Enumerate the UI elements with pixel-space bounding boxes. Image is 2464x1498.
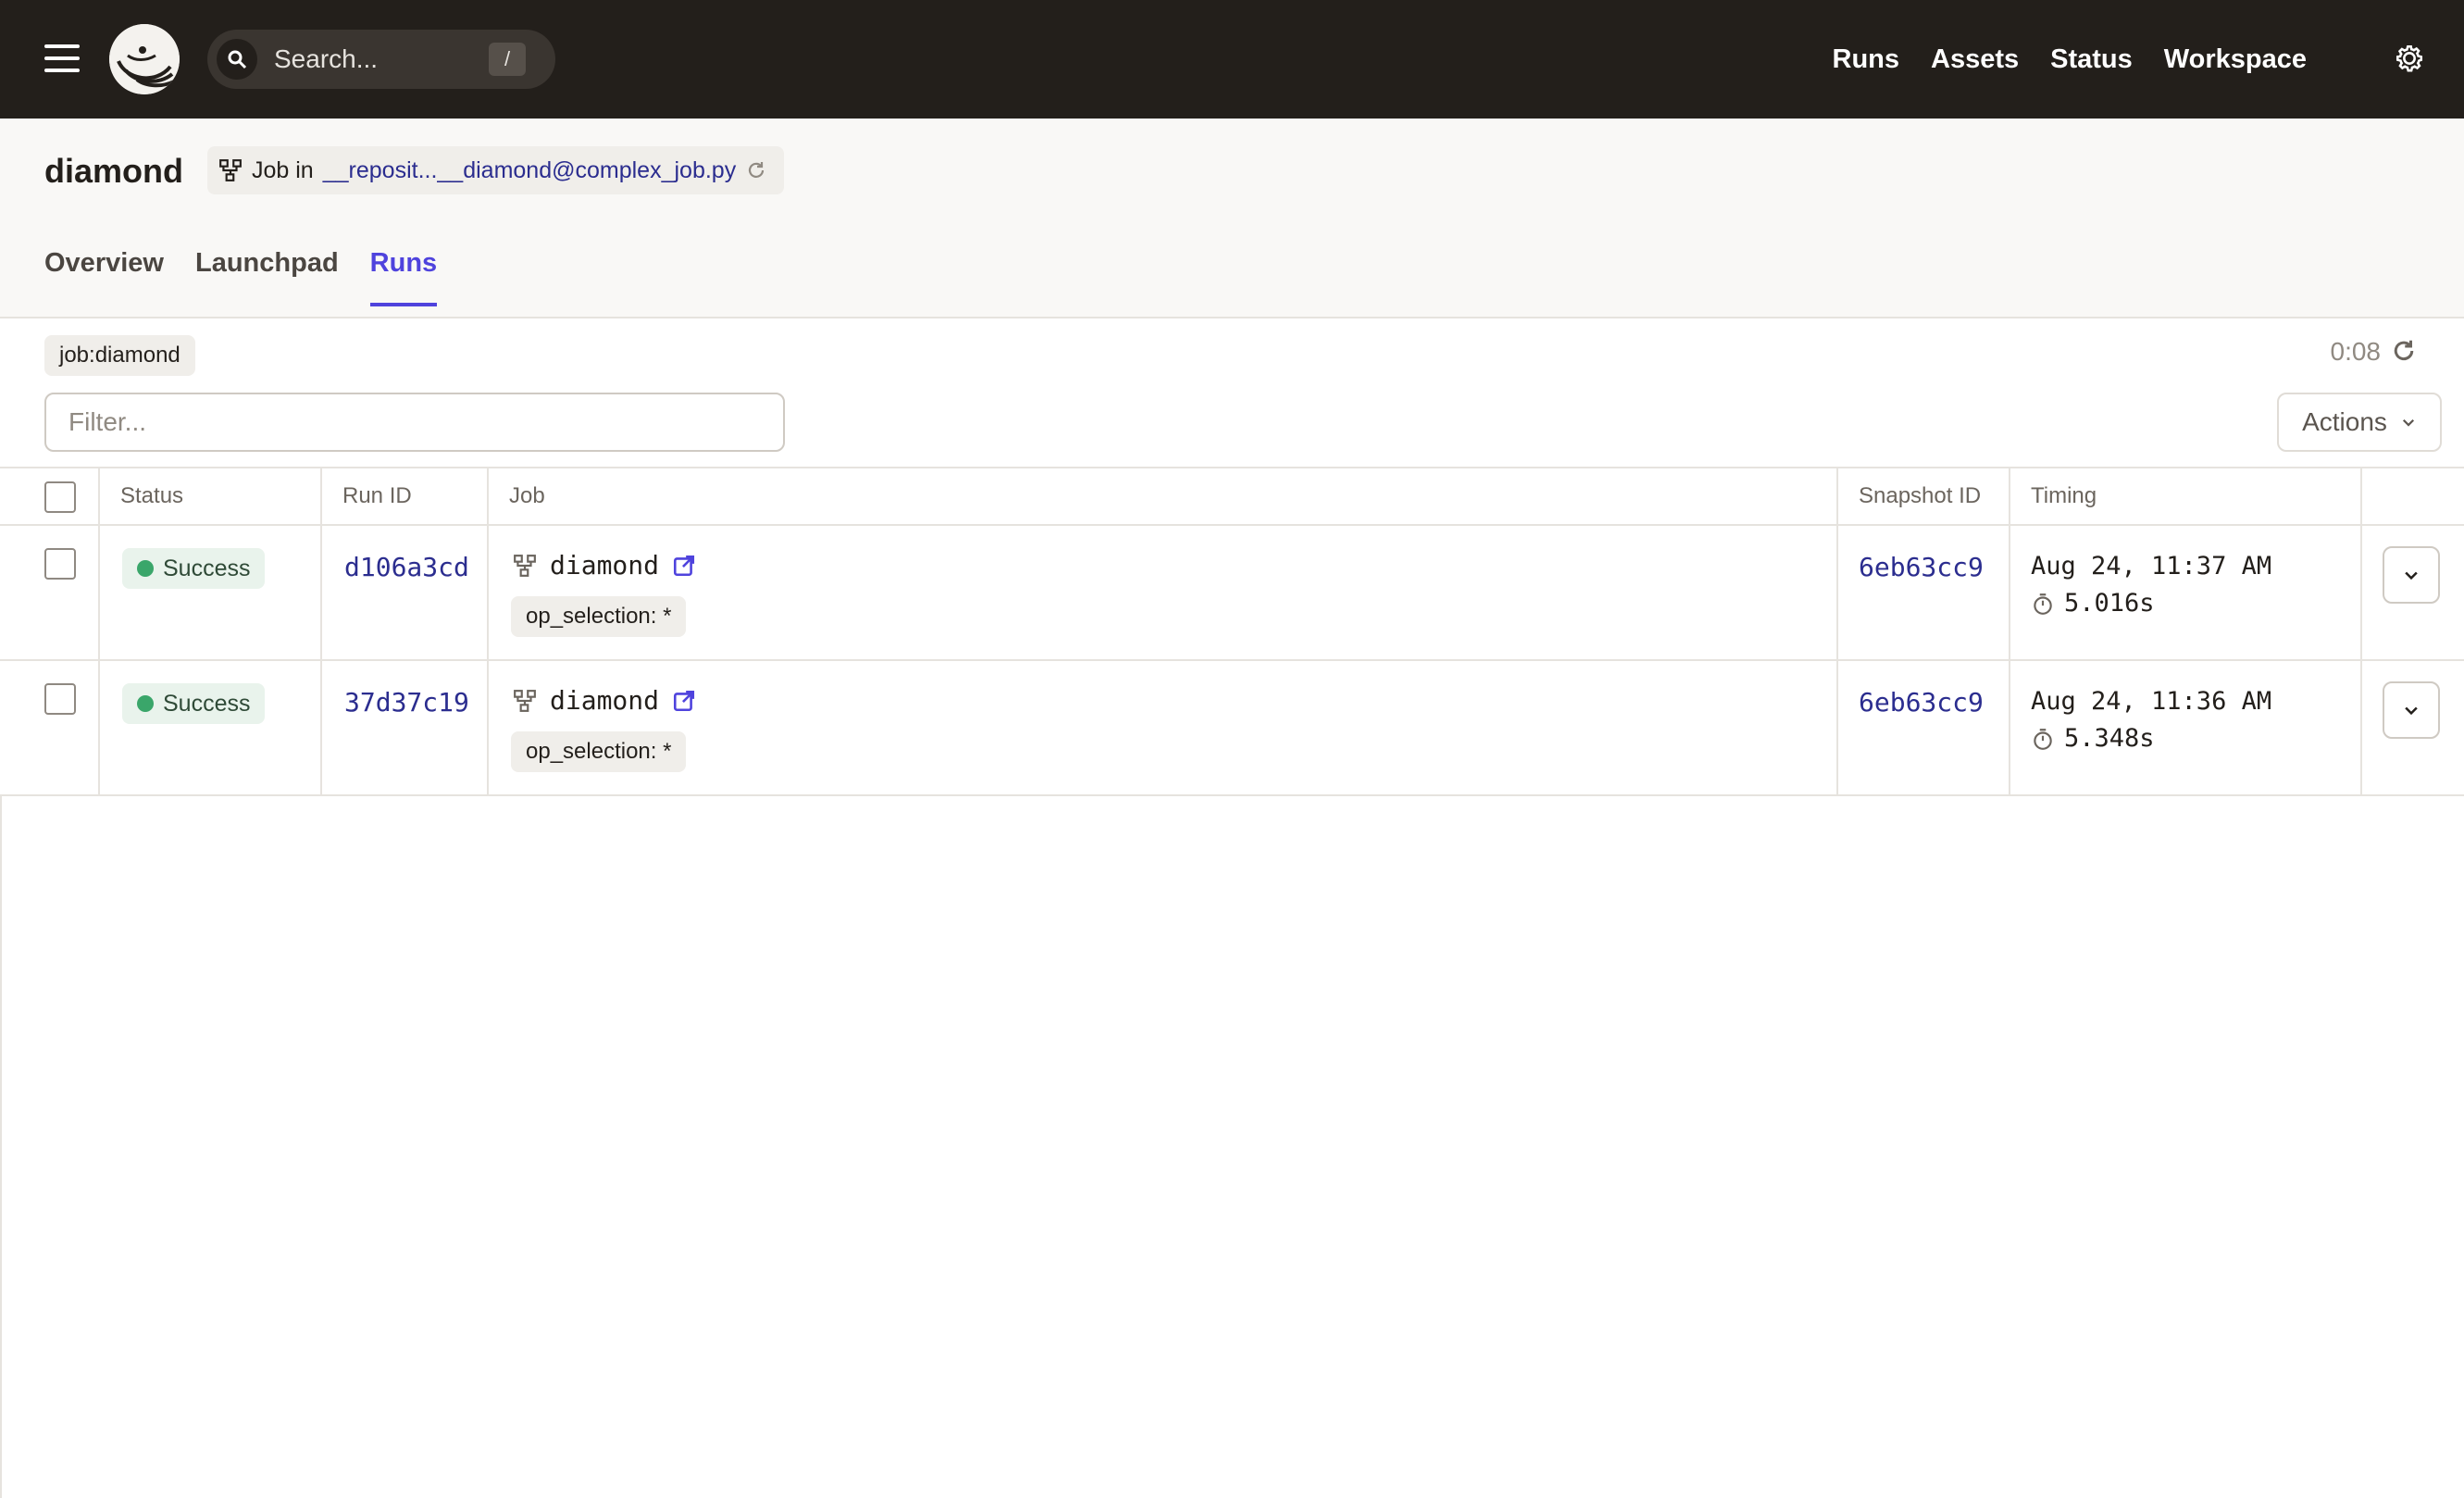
actions-label: Actions (2302, 407, 2387, 436)
gear-icon[interactable] (2394, 43, 2425, 74)
run-duration: 5.016s (2031, 589, 2155, 618)
table-header: Status Run ID Job Snapshot ID Timing (0, 467, 2464, 526)
row-checkbox[interactable] (44, 548, 76, 580)
page-tabs: Overview Launchpad Runs (44, 248, 438, 306)
job-name-text[interactable]: diamond (550, 550, 659, 580)
refresh-icon[interactable] (2390, 337, 2418, 365)
filter-chip[interactable]: job:diamond (44, 335, 195, 376)
reload-icon[interactable] (745, 159, 767, 181)
success-dot-icon (137, 695, 154, 712)
job-graph-icon (219, 159, 242, 181)
run-date: Aug 24, 11:36 AM (2031, 687, 2272, 716)
job-location-tag: Job in __reposit...__diamond@complex_job… (207, 146, 785, 194)
job-name: diamond (513, 685, 696, 716)
dagster-logo[interactable] (109, 24, 180, 94)
search-shortcut: / (489, 43, 526, 76)
nav-links: Runs Assets Status Workspace (1833, 0, 2307, 119)
chevron-down-icon (2405, 706, 2418, 716)
row-menu-button[interactable] (2383, 681, 2440, 739)
content-left-border (0, 796, 2, 1498)
status-badge: Success (122, 683, 266, 724)
column-status: Status (120, 483, 184, 508)
job-graph-icon (514, 689, 536, 712)
tab-launchpad[interactable]: Launchpad (195, 248, 339, 306)
run-duration: 5.348s (2031, 724, 2155, 753)
search-bar[interactable]: Search... / (207, 30, 555, 89)
select-all-checkbox[interactable] (44, 481, 76, 513)
search-placeholder: Search... (274, 44, 379, 73)
success-dot-icon (137, 560, 154, 577)
external-link-icon[interactable] (672, 689, 696, 713)
nav-runs[interactable]: Runs (1833, 44, 1900, 75)
column-snapshot-id: Snapshot ID (1859, 483, 1982, 508)
nav-workspace[interactable]: Workspace (2164, 44, 2307, 75)
refresh-timer: 0:08 (2330, 337, 2382, 366)
run-id-link[interactable]: 37d37c19 (344, 687, 469, 718)
top-nav: Search... / Runs Assets Status Workspace (0, 0, 2464, 119)
status-badge: Success (122, 548, 266, 589)
op-selection-chip: op_selection: * (511, 596, 687, 637)
op-selection-chip: op_selection: * (511, 731, 687, 772)
job-location-link[interactable]: __reposit...__diamond@complex_job.py (323, 157, 736, 184)
nav-status[interactable]: Status (2050, 44, 2133, 75)
job-name: diamond (513, 550, 696, 580)
filter-input[interactable] (44, 393, 785, 452)
nav-assets[interactable]: Assets (1931, 44, 2019, 75)
snapshot-id-link[interactable]: 6eb63cc9 (1859, 687, 1984, 718)
job-prefix: Job in (252, 156, 314, 183)
stopwatch-icon (2034, 728, 2052, 750)
menu-icon[interactable] (44, 44, 80, 72)
stopwatch-icon (2034, 593, 2052, 615)
row-checkbox[interactable] (44, 683, 76, 715)
row-menu-button[interactable] (2383, 546, 2440, 604)
status-text: Success (163, 690, 251, 717)
job-graph-icon (514, 554, 536, 577)
duration-text: 5.348s (2064, 724, 2155, 753)
tab-overview[interactable]: Overview (44, 248, 164, 306)
column-run-id: Run ID (342, 483, 412, 508)
duration-text: 5.016s (2064, 589, 2155, 618)
run-id-link[interactable]: d106a3cd (344, 552, 469, 582)
actions-button[interactable]: Actions (2277, 393, 2442, 452)
chevron-down-icon (2402, 418, 2414, 427)
status-text: Success (163, 555, 251, 581)
run-date: Aug 24, 11:37 AM (2031, 552, 2272, 580)
external-link-icon[interactable] (672, 554, 696, 578)
column-job: Job (509, 483, 545, 508)
snapshot-id-link[interactable]: 6eb63cc9 (1859, 552, 1984, 582)
search-icon (217, 39, 257, 80)
column-timing: Timing (2031, 483, 2097, 508)
runs-table: Status Run ID Job Snapshot ID Timing Suc… (0, 467, 2464, 796)
table-row: Success d106a3cd diamond op_selection: *… (0, 526, 2464, 661)
page-header: diamond Job in __reposit...__diamond@com… (0, 119, 2464, 318)
tab-runs[interactable]: Runs (369, 248, 438, 306)
chevron-down-icon (2405, 571, 2418, 580)
page-title: diamond (44, 152, 183, 190)
job-name-text[interactable]: diamond (550, 685, 659, 716)
table-row: Success 37d37c19 diamond op_selection: *… (0, 661, 2464, 796)
